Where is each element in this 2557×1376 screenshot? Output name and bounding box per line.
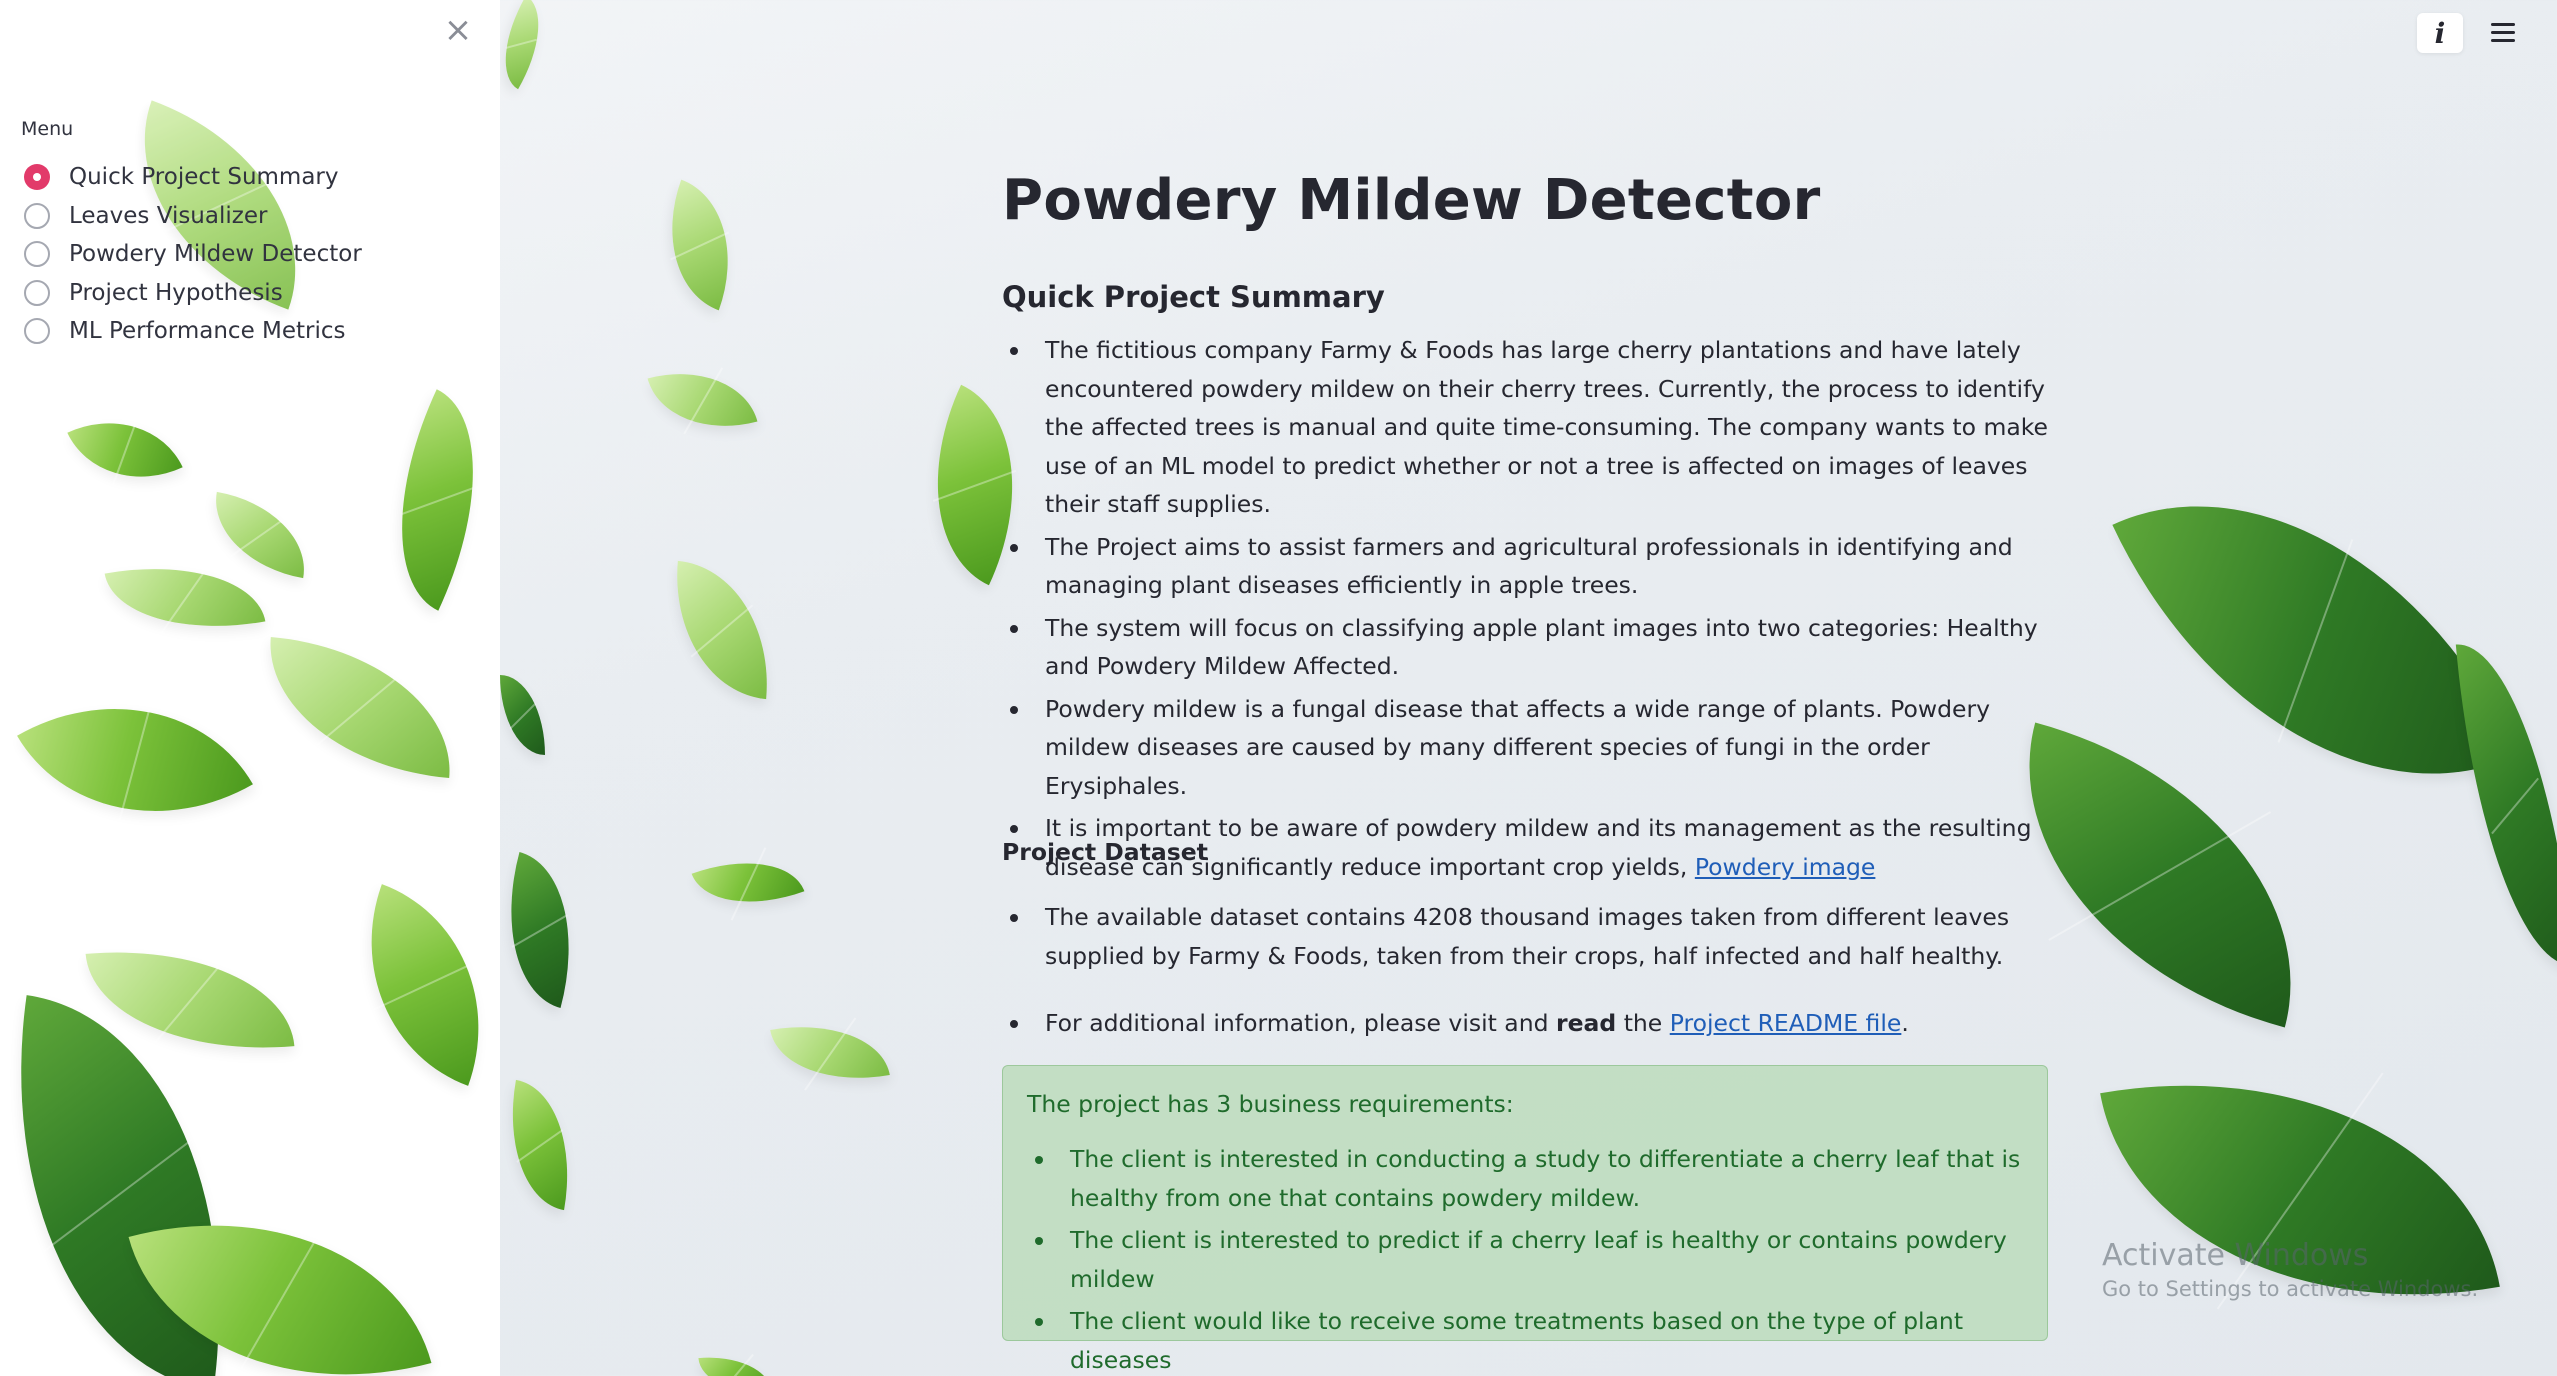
list-item: The client would like to receive some tr… [1027, 1302, 2023, 1376]
leaf-decoration [104, 547, 266, 648]
requirements-intro: The project has 3 business requirements: [1027, 1090, 1514, 1118]
leaf-decoration [2455, 636, 2557, 974]
hamburger-line [2491, 31, 2515, 34]
menu-item-label: ML Performance Metrics [69, 318, 346, 345]
info-icon[interactable]: i [2417, 13, 2463, 53]
leaf-decoration [643, 179, 757, 311]
leaf-decoration [67, 394, 183, 506]
leaf-decoration [647, 353, 758, 447]
menu-radio-group: Quick Project Summary Leaves Visualizer … [24, 158, 362, 351]
menu-item-label: Quick Project Summary [69, 164, 339, 191]
menu-item-project-hypothesis[interactable]: Project Hypothesis [24, 274, 362, 313]
radio-unchecked-icon[interactable] [24, 318, 50, 345]
hamburger-line [2491, 23, 2515, 26]
menu-item-ml-performance-metrics[interactable]: ML Performance Metrics [24, 312, 362, 351]
list-item: For additional information, please visit… [1002, 1004, 2052, 1043]
list-item: The system will focus on classifying app… [1002, 609, 2052, 686]
radio-unchecked-icon[interactable] [24, 241, 50, 268]
radio-unchecked-icon[interactable] [24, 279, 50, 306]
list-item-text: . [1901, 1009, 1909, 1037]
requirements-list: The client is interested in conducting a… [1027, 1140, 2023, 1376]
radio-checked-icon[interactable] [24, 164, 50, 191]
leaf-decoration [17, 645, 253, 875]
list-item: Powdery mildew is a fungal disease that … [1002, 690, 2052, 806]
menu-item-leaves-visualizer[interactable]: Leaves Visualizer [24, 197, 362, 236]
menu-item-label: Project Hypothesis [69, 279, 283, 306]
menu-item-powdery-mildew-detector[interactable]: Powdery Mildew Detector [24, 235, 362, 274]
leaf-decoration [495, 1079, 585, 1211]
menu-item-quick-project-summary[interactable]: Quick Project Summary [24, 158, 362, 197]
list-item-text: For additional information, please visit… [1045, 1009, 1556, 1037]
leaf-decoration [691, 839, 805, 926]
leaf-decoration [259, 636, 461, 779]
menu-item-label: Leaves Visualizer [69, 202, 268, 229]
leaf-decoration [352, 389, 500, 611]
info-list: For additional information, please visit… [1002, 1004, 2052, 1043]
page-title: Powdery Mildew Detector [1002, 168, 1821, 233]
close-sidebar-button[interactable]: × [442, 13, 474, 47]
dataset-heading: Project Dataset [1002, 838, 1208, 866]
summary-heading: Quick Project Summary [1002, 280, 1385, 314]
leaf-decoration [666, 560, 778, 700]
leaf-decoration [2100, 1030, 2500, 1350]
leaf-decoration [500, 675, 545, 755]
leaf-decoration [327, 884, 500, 1086]
list-item: The client is interested in conducting a… [1027, 1140, 2023, 1217]
leaf-decoration [770, 1010, 890, 1095]
emphasis-text: read [1556, 1009, 1617, 1037]
menu-label: Menu [21, 118, 74, 140]
powdery-image-link[interactable]: Powdery image [1695, 853, 1876, 881]
hamburger-line [2491, 39, 2515, 42]
list-item: The client is interested to predict if a… [1027, 1221, 2023, 1298]
sidebar: × Menu Quick Project Summary Leaves Visu… [0, 0, 500, 1376]
list-item: The Project aims to assist farmers and a… [1002, 528, 2052, 605]
radio-unchecked-icon[interactable] [24, 202, 50, 229]
leaf-decoration [483, 852, 597, 1008]
business-requirements-alert: The project has 3 business requirements:… [1002, 1065, 2048, 1374]
leaf-decoration [204, 491, 316, 579]
hamburger-icon[interactable] [2487, 18, 2519, 48]
list-item: The fictitious company Farmy & Foods has… [1002, 331, 2052, 524]
menu-item-label: Powdery Mildew Detector [69, 241, 362, 268]
leaf-decoration [698, 1352, 772, 1376]
dataset-list: The available dataset contains 4208 thou… [1002, 898, 2052, 975]
list-item: The available dataset contains 4208 thou… [1002, 898, 2052, 975]
readme-link[interactable]: Project README file [1670, 1009, 1902, 1037]
summary-list: The fictitious company Farmy & Foods has… [1002, 331, 2052, 890]
list-item-text: the [1616, 1009, 1670, 1037]
